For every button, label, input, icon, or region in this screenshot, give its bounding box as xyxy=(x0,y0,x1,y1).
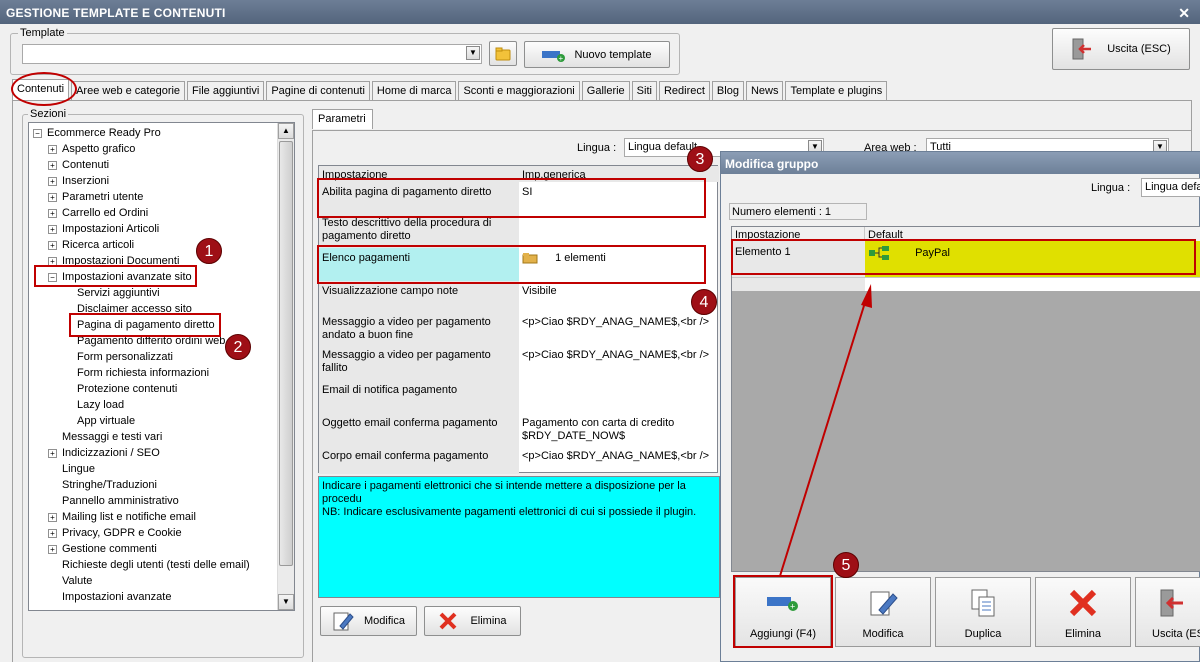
annotation-arrow xyxy=(779,284,872,577)
step-badge-1: 1 xyxy=(196,238,222,264)
step-badge-5: 5 xyxy=(833,552,859,578)
step-badge-4: 4 xyxy=(691,289,717,315)
step-badge-3: 3 xyxy=(687,146,713,172)
step-badge-2: 2 xyxy=(225,334,251,360)
